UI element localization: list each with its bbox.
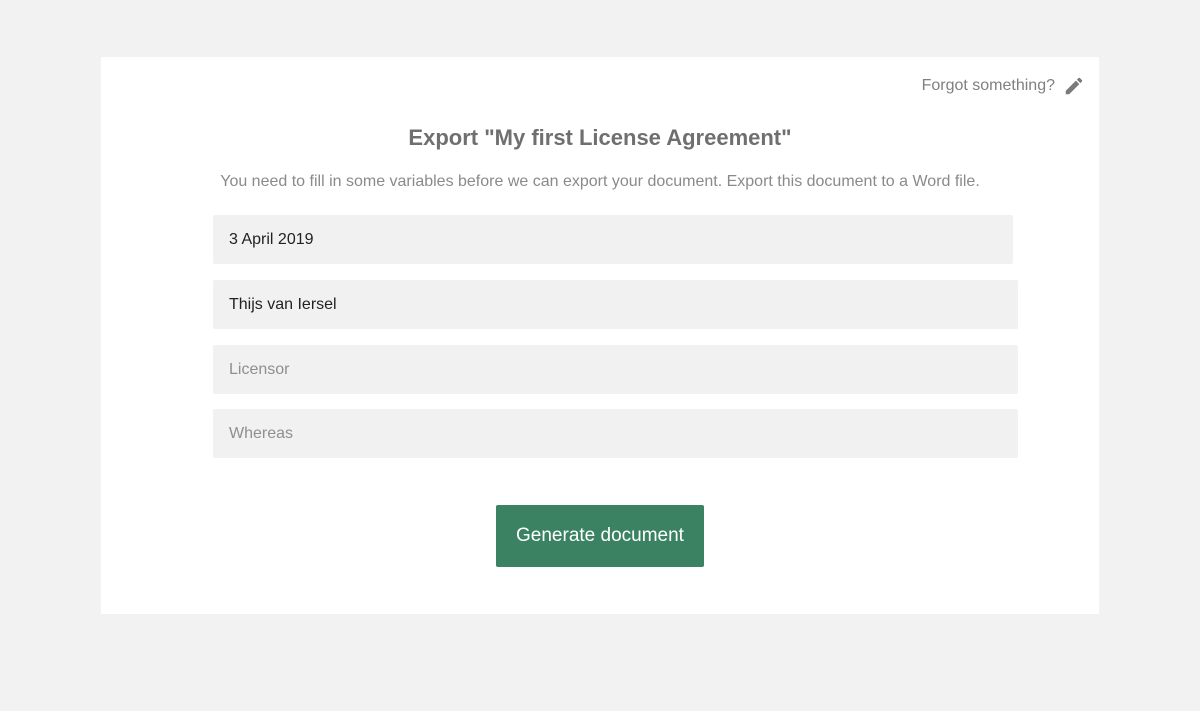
licensor-field[interactable]: [213, 345, 1018, 394]
name-field[interactable]: [213, 280, 1018, 329]
forgot-something-link[interactable]: Forgot something?: [922, 75, 1085, 97]
page-title: Export "My first License Agreement": [408, 125, 792, 150]
date-field[interactable]: [213, 215, 1013, 264]
export-dialog: Forgot something? Export "My first Licen…: [101, 57, 1099, 614]
forgot-something-label: Forgot something?: [921, 77, 1055, 94]
pencil-icon: [1063, 75, 1085, 97]
instructions-text: You need to fill in some variables befor…: [220, 173, 980, 190]
generate-document-button[interactable]: Generate document: [496, 505, 704, 567]
whereas-field[interactable]: [213, 409, 1018, 458]
